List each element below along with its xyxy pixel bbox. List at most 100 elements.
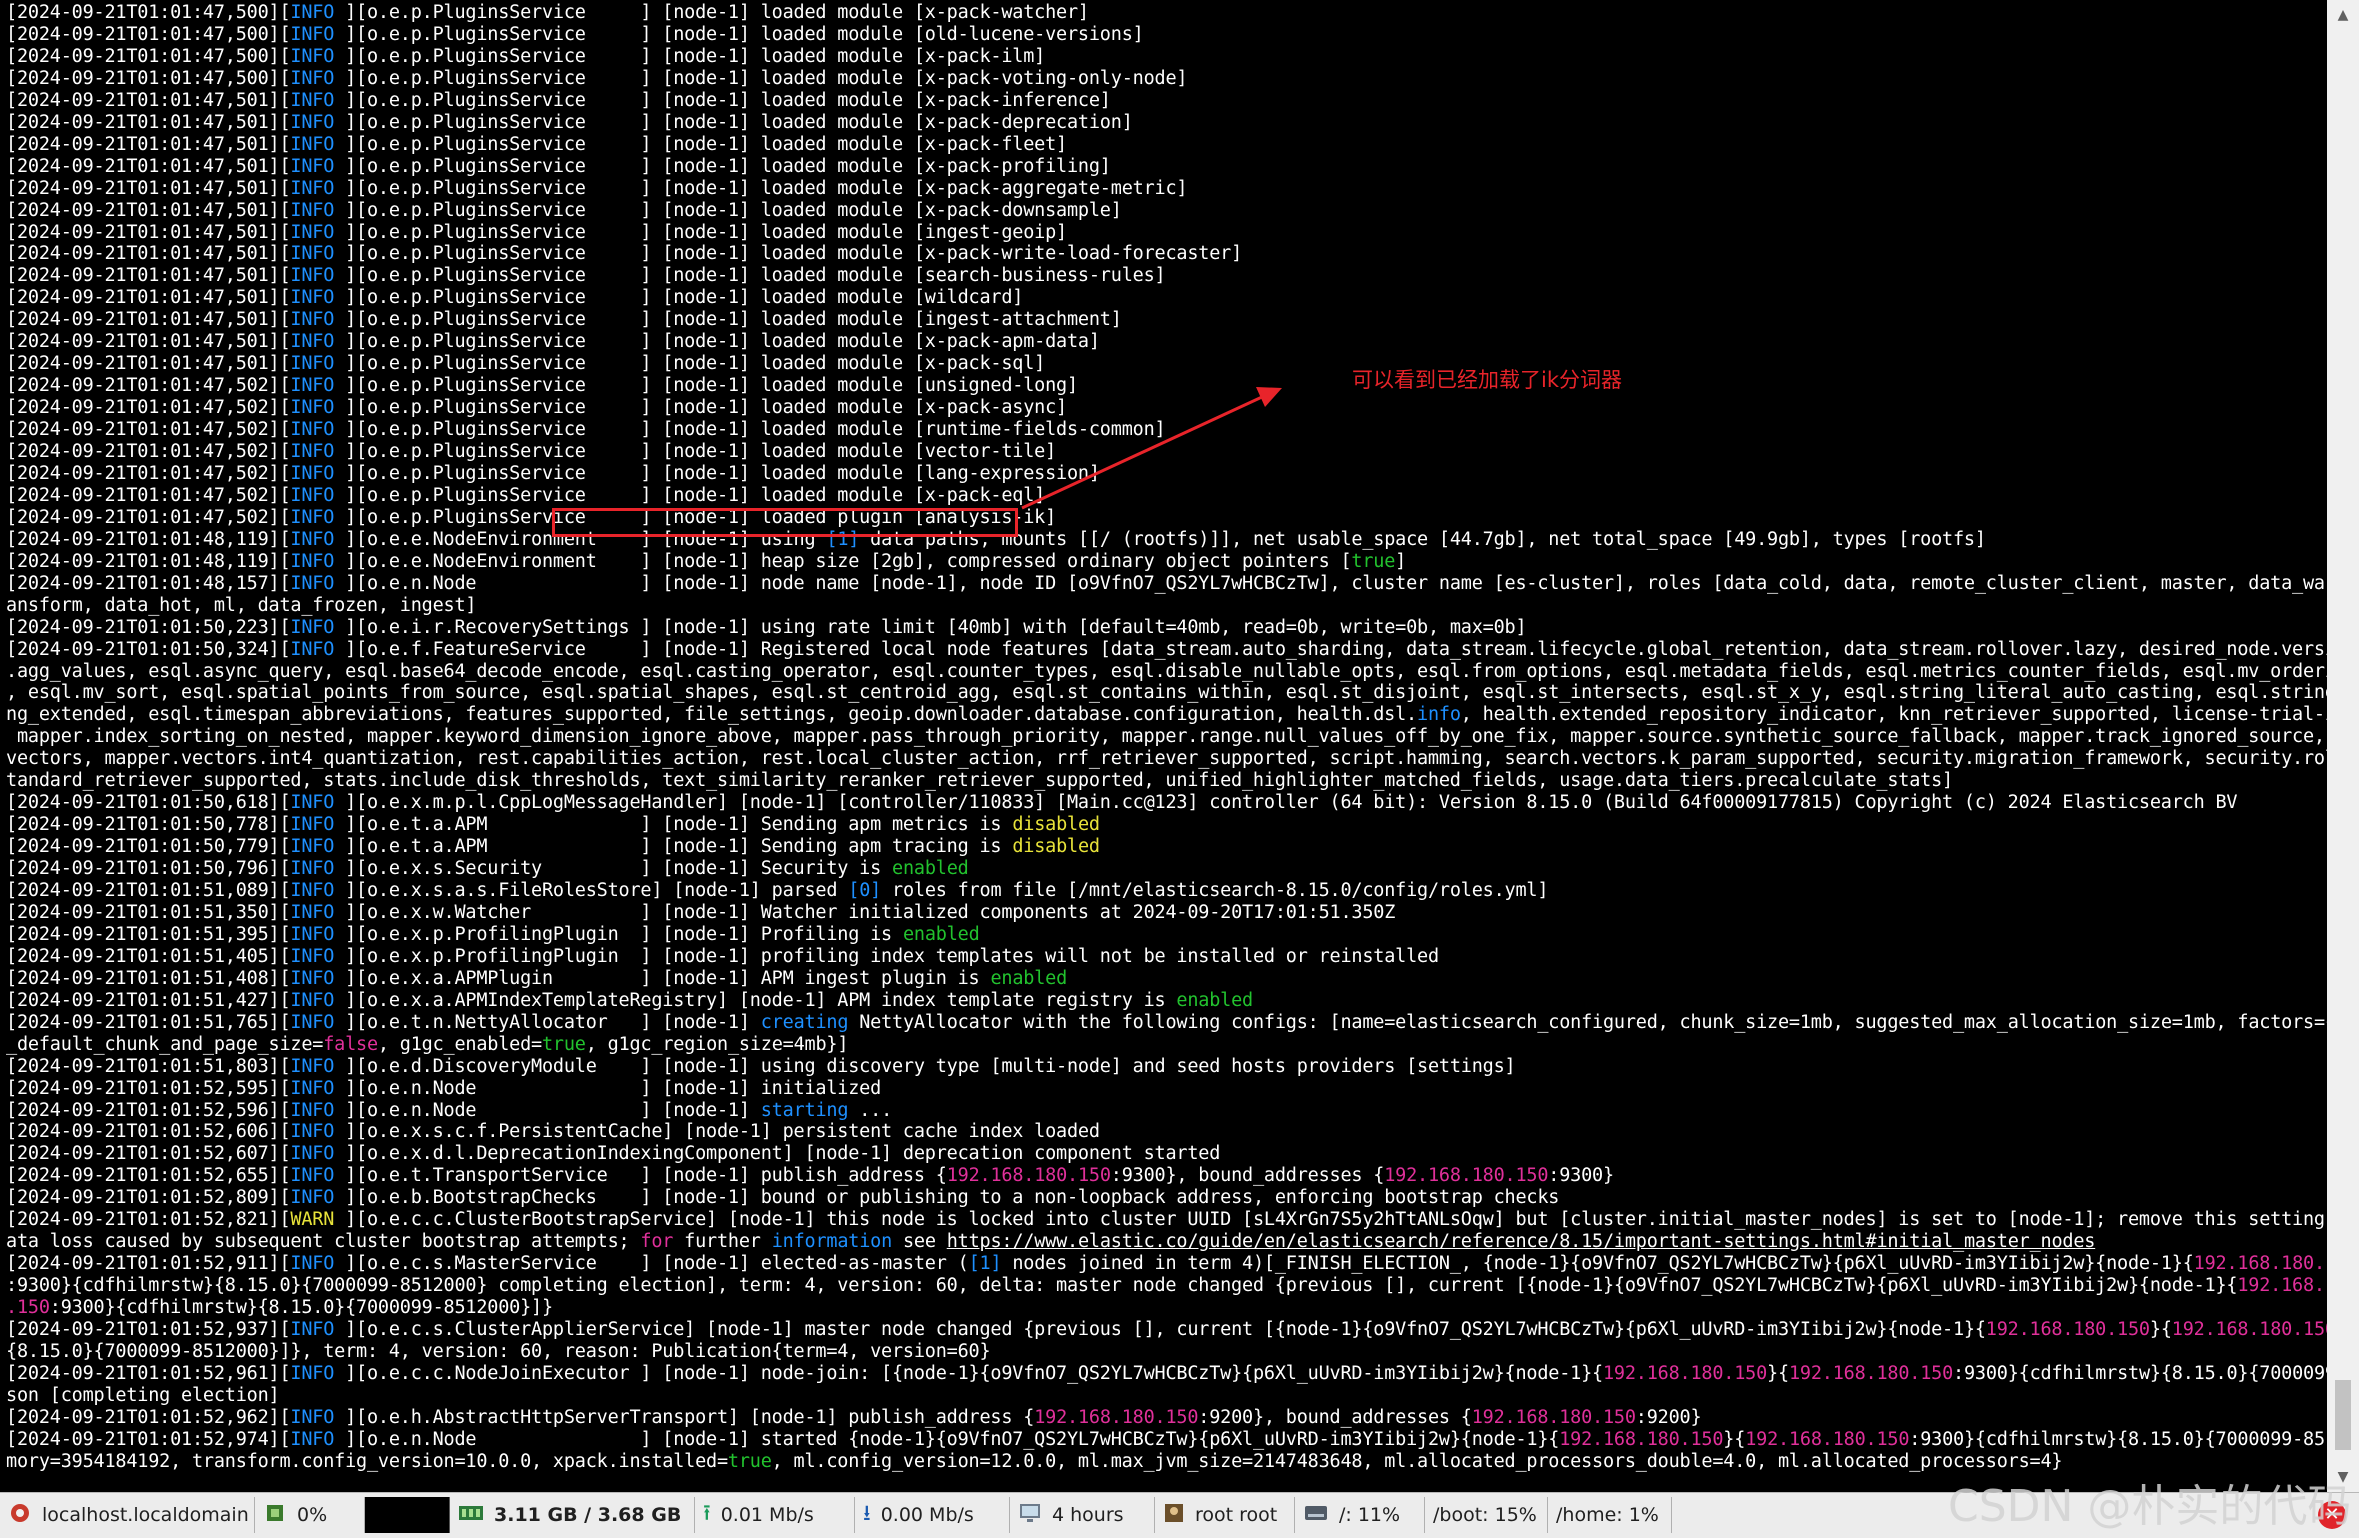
log-segment: INFO [290, 353, 335, 375]
scroll-up-icon[interactable]: ▲ [2327, 0, 2359, 30]
log-segment: [2024-09-21T01:01:48,157][ [6, 572, 291, 594]
status-memory[interactable]: 3.11 GB / 3.68 GB [450, 1497, 695, 1533]
log-link[interactable]: https://www.elastic.co/guide/en/elastics… [947, 1231, 2096, 1252]
cpu-icon [263, 1501, 287, 1530]
log-segment: [2024-09-21T01:01:52,655][ [6, 1165, 291, 1187]
status-disk-boot[interactable]: /boot: 15% [1425, 1497, 1548, 1533]
log-line: [2024-09-21T01:01:47,502][INFO ][o.e.p.P… [6, 419, 1166, 441]
log-segment: 192.168.180.150 [946, 1165, 1111, 1187]
log-segment: _default_chunk_and_page_size= [6, 1033, 324, 1055]
log-segment: ][o.e.h.AbstractHttpServerTransport] [no… [334, 1406, 1035, 1428]
status-download[interactable]: ⭳ 0.00 Mb/s [855, 1497, 1010, 1533]
log-segment: INFO [290, 484, 335, 506]
log-segment: mory=3954184192, transform.config_versio… [6, 1450, 728, 1472]
log-line: [2024-09-21T01:01:47,500][INFO ][o.e.p.P… [6, 67, 1188, 90]
log-segment: .agg_values, esql.async_query, esql.base… [6, 660, 2327, 682]
log-line: [2024-09-21T01:01:50,223][INFO ][o.e.i.r… [6, 616, 1527, 639]
log-line: [2024-09-21T01:01:47,502][INFO ][o.e.p.P… [6, 485, 1045, 507]
log-segment: [2024-09-21T01:01:47,501][ [6, 199, 291, 221]
log-segment: ][o.e.x.s.Security ] [node-1] Security i… [334, 858, 892, 880]
log-segment: [2024-09-21T01:01:47,500][ [6, 23, 291, 45]
log-segment: WARN [290, 1209, 335, 1231]
log-segment: INFO [290, 397, 335, 419]
log-segment: see [892, 1231, 947, 1253]
status-disk-home[interactable]: /home: 1% [1548, 1497, 1672, 1533]
log-segment: ][o.e.c.s.ClusterApplierService] [node-1… [334, 1319, 1986, 1340]
log-segment: INFO [290, 638, 335, 660]
log-segment: ][o.e.t.TransportService ] [node-1] publ… [334, 1165, 947, 1187]
log-segment: false [323, 1033, 378, 1055]
log-line: [2024-09-21T01:01:52,606][INFO ][o.e.x.s… [6, 1121, 1100, 1143]
log-segment: [2024-09-21T01:01:52,607][ [6, 1143, 291, 1165]
log-segment: nodes joined in term 4)[_FINISH_ELECTION… [1001, 1253, 2194, 1275]
download-arrow-icon: ⭳ [863, 1501, 871, 1526]
log-segment: ][o.e.t.n.NettyAllocator ] [node-1] [334, 1011, 761, 1033]
log-segment: INFO [290, 1362, 335, 1384]
log-segment: INFO [290, 331, 335, 353]
log-segment: ansform, data_hot, ml, data_frozen, inge… [6, 594, 477, 616]
log-segment: ][o.e.i.r.RecoverySettings ] [node-1] us… [334, 616, 1527, 638]
log-segment: ][o.e.p.PluginsService ] [node-1] loaded… [334, 221, 1067, 243]
log-line: {8.15.0}{7000099-8512000}]}, term: 4, ve… [6, 1341, 991, 1363]
scrollbar-thumb[interactable] [2335, 1380, 2351, 1450]
log-segment: ][o.e.t.a.APM ] [node-1] Sending apm tra… [334, 836, 1013, 858]
log-segment: [1] [968, 1253, 1002, 1275]
status-cpu[interactable]: 0% [255, 1497, 365, 1533]
log-segment: [2024-09-21T01:01:50,324][ [6, 638, 291, 660]
log-segment: 192.168.180.150 [2171, 1319, 2327, 1340]
status-host[interactable]: localhost.localdomain [0, 1497, 255, 1533]
log-segment: INFO [290, 1319, 335, 1340]
log-segment: INFO [290, 1011, 335, 1033]
log-segment: INFO [290, 528, 335, 550]
log-segment: creating [760, 1011, 849, 1033]
log-segment: data paths, mounts [[/ (rootfs)]], net u… [859, 528, 1986, 550]
log-line: .agg_values, esql.async_query, esql.base… [6, 661, 2327, 683]
log-segment: INFO [290, 67, 335, 89]
log-segment: INFO [290, 901, 335, 923]
log-segment: [2024-09-21T01:01:47,502][ [6, 484, 291, 506]
log-segment: ][o.e.p.PluginsService ] [node-1] loaded… [334, 309, 1122, 331]
log-line: [2024-09-21T01:01:47,501][INFO ][o.e.p.P… [6, 353, 1045, 375]
log-segment: 192.168.180.150 [1471, 1406, 1636, 1428]
log-segment: [2024-09-21T01:01:47,502][ [6, 397, 291, 419]
log-segment: [0] [848, 880, 882, 901]
log-segment: INFO [290, 572, 335, 594]
status-user[interactable]: root root [1155, 1497, 1295, 1533]
log-segment: son [completing election] [6, 1384, 280, 1406]
log-segment: :9300}{cdfhilmrstw}{8.15.0}{7000099-8512… [1953, 1362, 2327, 1384]
log-line: vectors, mapper.vectors.int4_quantizatio… [6, 748, 2327, 770]
log-segment: 192.168.180.150 [1985, 1319, 2150, 1340]
log-segment: tandard_retriever_supported, stats.inclu… [6, 770, 1953, 792]
log-segment: INFO [290, 221, 335, 243]
log-segment: [2024-09-21T01:01:52,809][ [6, 1187, 291, 1209]
status-disk-root[interactable]: /: 11% [1295, 1497, 1425, 1533]
vertical-scrollbar[interactable]: ▲ ▼ [2327, 0, 2359, 1492]
log-segment: ][o.e.p.PluginsService ] [node-1] loaded… [334, 419, 1166, 441]
log-segment: ][o.e.p.PluginsService ] [node-1] loaded… [334, 133, 1067, 155]
log-segment: INFO [290, 550, 335, 572]
log-segment: :9200} [1635, 1406, 1702, 1428]
server-icon [8, 1501, 32, 1530]
log-segment: INFO [290, 199, 335, 221]
terminal-output[interactable]: [2024-09-21T01:01:47,500][ INFO ][o.e.p.P… [0, 0, 2327, 1492]
status-uptime[interactable]: 4 hours [1010, 1497, 1155, 1533]
log-line: [2024-09-21T01:01:47,500][INFO ][o.e.p.P… [6, 24, 1144, 46]
log-segment: 192.168.180.150 [2193, 1253, 2327, 1275]
log-segment: [2024-09-21T01:01:52,911][ [6, 1253, 291, 1275]
log-segment: ][o.e.p.PluginsService ] [node-1] loaded… [334, 155, 1111, 177]
log-segment: INFO [290, 309, 335, 331]
log-segment: ][o.e.p.PluginsService ] [node-1] loaded… [334, 23, 1144, 45]
log-segment: [2024-09-21T01:01:51,408][ [6, 967, 291, 989]
status-upload[interactable]: ⭱ 0.01 Mb/s [695, 1497, 855, 1533]
log-segment: INFO [290, 1143, 335, 1165]
log-segment: INFO [290, 945, 335, 967]
log-segment: [2024-09-21T01:01:51,350][ [6, 901, 291, 923]
log-line: [2024-09-21T01:01:52,655][INFO ][o.e.t.T… [6, 1165, 1614, 1187]
log-segment: ][o.e.n.Node ] [node-1] started {node-1}… [334, 1428, 1560, 1450]
log-segment: ][o.e.b.BootstrapChecks ] [node-1] bound… [334, 1187, 1560, 1209]
log-segment: .150 [6, 1297, 50, 1319]
upload-arrow-icon: ⭱ [703, 1501, 711, 1526]
log-line: [2024-09-21T01:01:47,501][INFO ][o.e.p.P… [6, 331, 1100, 353]
log-line: [2024-09-21T01:01:50,779][INFO ][o.e.t.a… [6, 836, 1100, 858]
log-line: [2024-09-21T01:01:47,500][INFO ][o.e.p.P… [6, 2, 1089, 24]
